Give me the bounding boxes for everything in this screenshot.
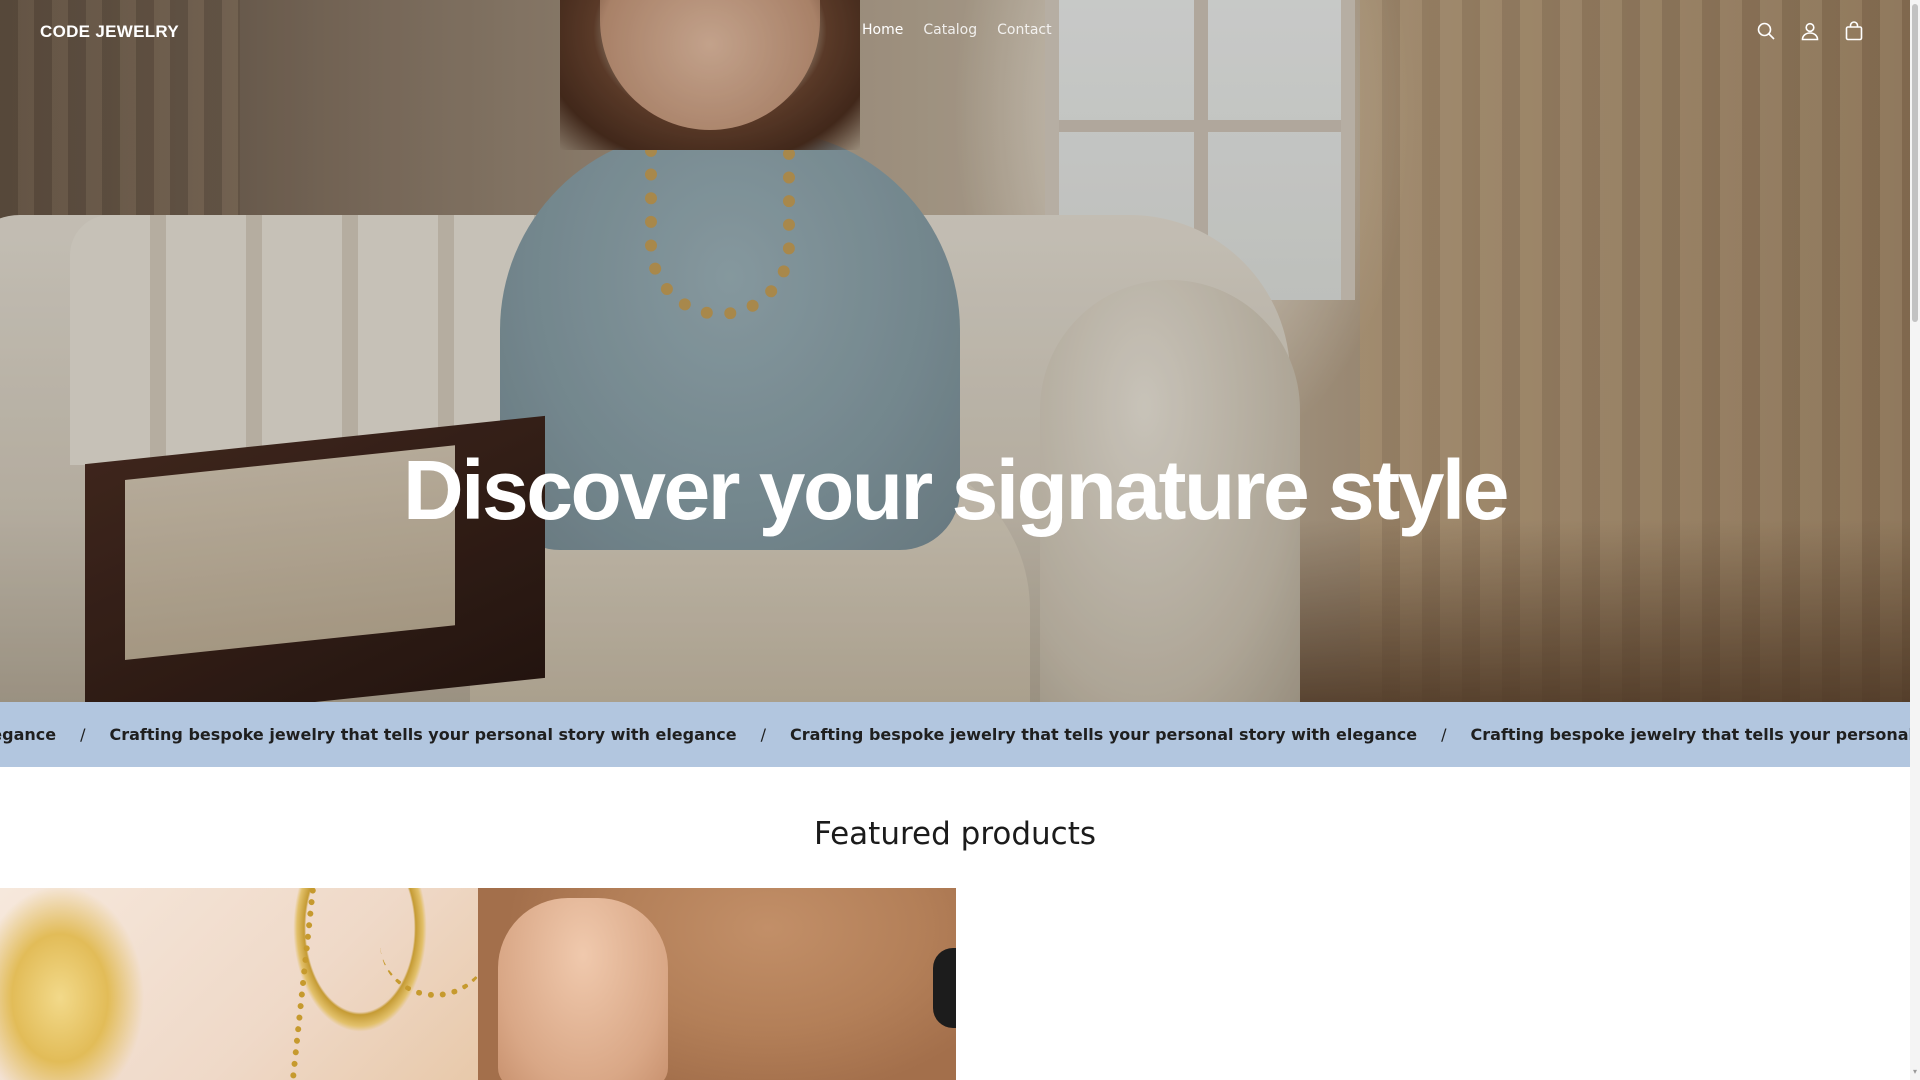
- marquee-separator: /: [760, 725, 767, 744]
- scroll-down-arrow-icon[interactable]: ▾: [1911, 1068, 1919, 1076]
- hero-banner: [0, 0, 1910, 702]
- marquee-item: t tells your personal story with eleganc…: [0, 725, 57, 744]
- header-icons: [1755, 20, 1865, 42]
- search-icon[interactable]: [1755, 20, 1777, 42]
- marquee-track: t tells your personal story with eleganc…: [0, 725, 1910, 744]
- cart-icon[interactable]: [1843, 20, 1865, 42]
- marquee-separator: /: [80, 725, 86, 744]
- nav-link-home[interactable]: Home: [862, 22, 903, 38]
- main-nav: Home Catalog Contact: [862, 22, 1052, 38]
- scrollbar-thumb[interactable]: [1912, 4, 1918, 322]
- nav-link-contact[interactable]: Contact: [997, 22, 1051, 38]
- hero-overlay: [0, 0, 1910, 702]
- site-logo[interactable]: CODE JEWELRY: [40, 22, 179, 42]
- product-card-1[interactable]: [0, 888, 478, 1080]
- product-image-chain: [380, 888, 478, 998]
- announcement-marquee: t tells your personal story with eleganc…: [0, 702, 1910, 767]
- featured-products-heading: Featured products: [813, 816, 1097, 852]
- product-card-2[interactable]: [478, 888, 956, 1080]
- marquee-item: Crafting bespoke jewelry that tells your…: [790, 725, 1418, 744]
- marquee-separator: /: [1441, 725, 1447, 744]
- product-image-detail: [933, 948, 956, 1028]
- product-image-chain: [290, 888, 334, 1080]
- marquee-item: Crafting bespoke jewelry that tells your…: [1470, 725, 1910, 744]
- site-header: CODE JEWELRY Home Catalog Contact: [0, 0, 1910, 66]
- account-icon[interactable]: [1799, 20, 1821, 42]
- product-image-hand: [498, 898, 668, 1080]
- nav-link-catalog[interactable]: Catalog: [923, 22, 977, 38]
- marquee-item: Crafting bespoke jewelry that tells your…: [109, 725, 737, 744]
- hero-title: Discover your signature style: [403, 443, 1509, 537]
- page-scrollbar[interactable]: ▾: [1910, 0, 1920, 1080]
